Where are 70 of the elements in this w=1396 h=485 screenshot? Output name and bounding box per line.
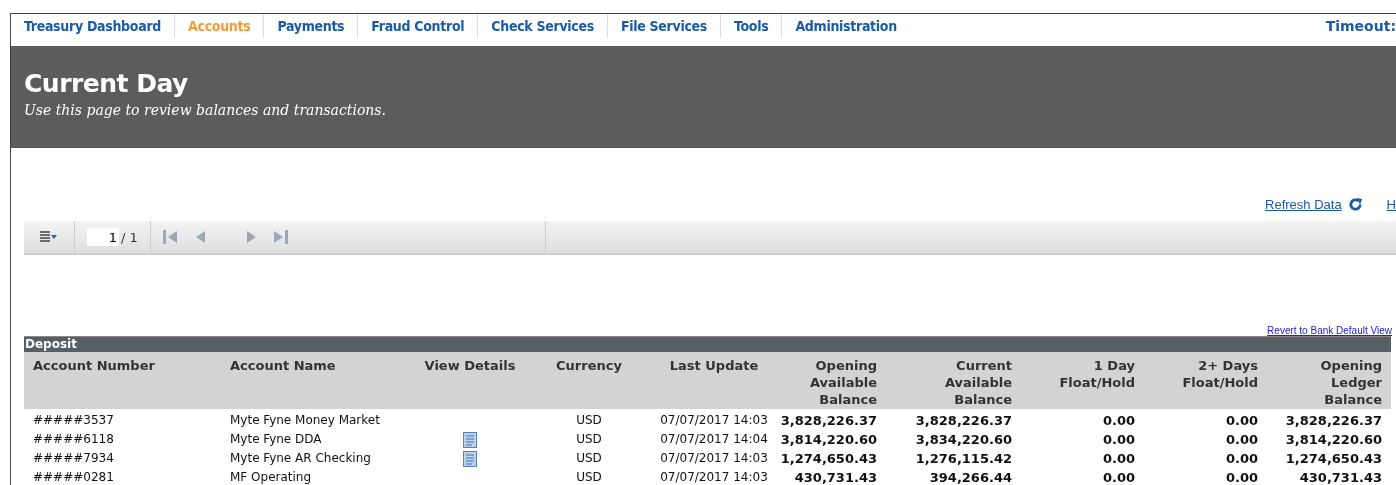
amount: 0.00 — [1102, 450, 1135, 468]
column-header: Opening Available Balance — [808, 357, 877, 408]
column-header: Opening Ledger Balance — [1319, 357, 1382, 408]
help-link[interactable]: H — [1386, 196, 1396, 212]
page-field[interactable]: 1 — [87, 228, 119, 246]
amount: 3,828,226.37 — [1285, 412, 1382, 430]
amount: 0.00 — [1102, 412, 1135, 430]
amount: 3,828,226.37 — [780, 412, 877, 430]
account-number: #####0281 — [33, 469, 114, 485]
refresh-link[interactable]: Refresh Data — [1265, 196, 1342, 212]
previous-page-icon[interactable] — [194, 230, 205, 244]
column-header: 1 Day Float/Hold — [1058, 357, 1135, 391]
nav-tab[interactable]: Treasury Dashboard — [11, 14, 175, 38]
page-total: / 1 — [121, 229, 138, 245]
nav-tab[interactable]: Administration — [782, 14, 910, 38]
account-name: Myte Fyne Money Market — [230, 412, 380, 429]
timestamp: 07/07/2017 14:03 — [660, 450, 768, 467]
refresh-icon[interactable] — [1347, 196, 1363, 212]
currency-code: USD — [576, 450, 602, 467]
amount: 430,731.43 — [1299, 469, 1382, 485]
amount: 394,266.44 — [929, 469, 1012, 485]
column-header: Current Available Balance — [943, 357, 1012, 408]
column-header: View Details — [424, 357, 516, 374]
nav-tab[interactable]: File Services — [607, 14, 722, 38]
nav-tab[interactable]: Check Services — [478, 14, 608, 38]
amount: 3,834,220.60 — [915, 431, 1012, 449]
amount: 0.00 — [1225, 431, 1258, 449]
page-title: Current Day — [24, 68, 188, 100]
column-header: Account Number — [33, 357, 155, 374]
timestamp: 07/07/2017 14:03 — [660, 469, 768, 485]
amount: 1,276,115.42 — [915, 450, 1012, 468]
amount: 0.00 — [1225, 412, 1258, 430]
amount: 0.00 — [1225, 450, 1258, 468]
amount: 1,274,650.43 — [780, 450, 877, 468]
nav-tab[interactable]: Fraud Control — [358, 14, 479, 38]
menu-icon[interactable] — [40, 231, 58, 243]
timestamp: 07/07/2017 14:03 — [660, 412, 768, 429]
amount: 1,274,650.43 — [1285, 450, 1382, 468]
first-page-icon[interactable] — [162, 230, 179, 244]
timestamp: 07/07/2017 14:04 — [660, 431, 768, 448]
amount: 0.00 — [1225, 469, 1258, 485]
amount: 0.00 — [1102, 431, 1135, 449]
amount: 0.00 — [1102, 469, 1135, 485]
column-header: 2+ Days Float/Hold — [1181, 357, 1258, 391]
timeout-label: Timeout: — [1325, 17, 1396, 36]
nav-tab[interactable]: Tools — [721, 14, 783, 38]
next-page-icon[interactable] — [246, 230, 257, 244]
account-name: MF Operating — [230, 469, 312, 485]
column-header: Account Name — [230, 357, 336, 374]
last-page-icon[interactable] — [272, 230, 289, 244]
account-number: #####3537 — [33, 412, 114, 429]
account-number: #####6118 — [33, 431, 114, 448]
account-name: Myte Fyne AR Checking — [230, 450, 371, 467]
group-header: Deposit — [24, 336, 1391, 352]
account-number: #####7934 — [33, 450, 114, 467]
document-icon[interactable] — [463, 450, 477, 467]
amount: 430,731.43 — [794, 469, 877, 485]
account-name: Myte Fyne DDA — [230, 431, 322, 448]
column-header: Last Update — [669, 357, 759, 374]
currency-code: USD — [576, 469, 602, 485]
amount: 3,814,220.60 — [780, 431, 877, 449]
nav-tab[interactable]: Payments — [264, 14, 359, 38]
amount: 3,814,220.60 — [1285, 431, 1382, 449]
currency-code: USD — [576, 412, 602, 429]
currency-code: USD — [576, 431, 602, 448]
page-subtitle: Use this page to review balances and transactions. — [24, 102, 386, 118]
document-icon[interactable] — [463, 431, 477, 448]
amount: 3,828,226.37 — [915, 412, 1012, 430]
revert-view-link[interactable]: Revert to Bank Default View — [1267, 325, 1392, 336]
column-header: Currency — [556, 357, 622, 374]
